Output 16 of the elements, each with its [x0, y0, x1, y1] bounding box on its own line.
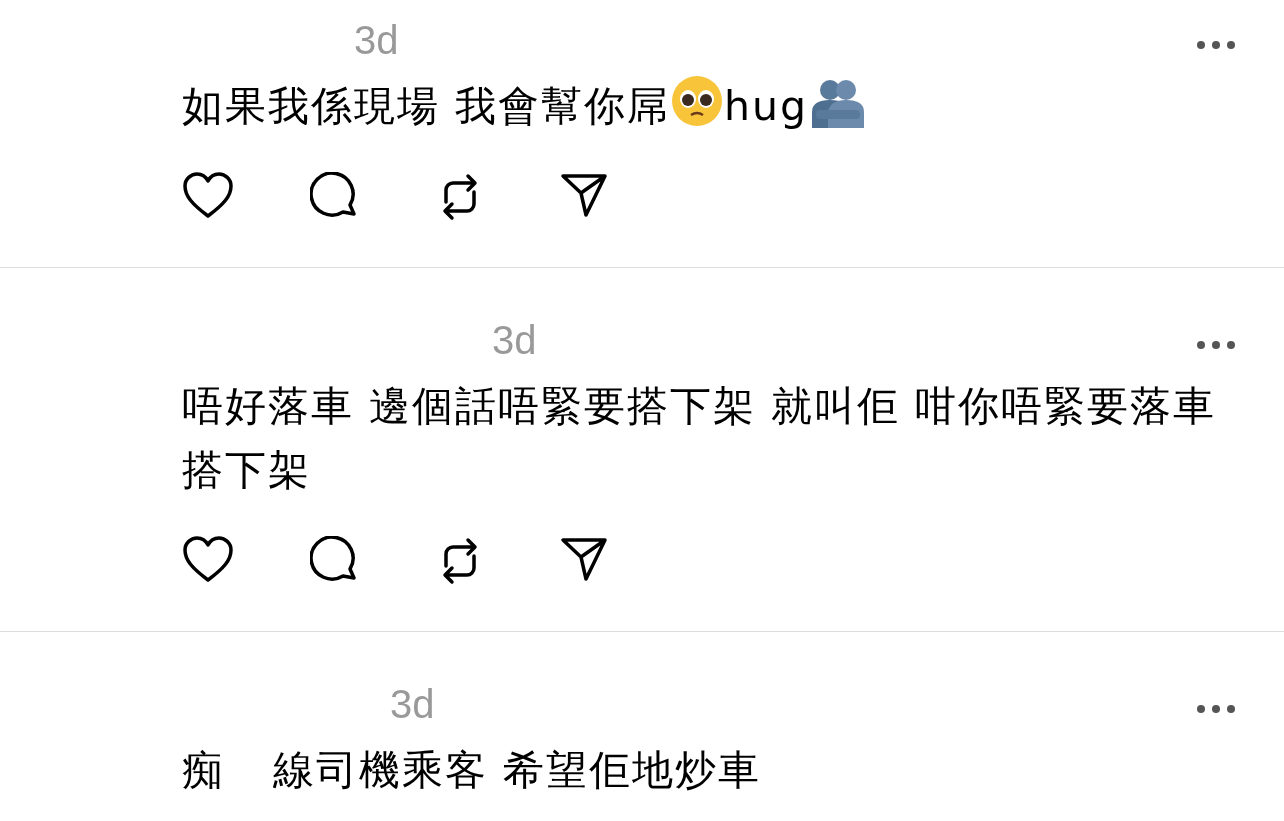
- timestamp: 3d: [354, 18, 399, 62]
- more-options-icon[interactable]: [1196, 703, 1236, 714]
- share-icon[interactable]: [560, 172, 608, 218]
- heart-icon[interactable]: [182, 172, 234, 220]
- comment-text: 線司機乘客 希望佢地炒車: [273, 746, 762, 794]
- timestamp: 3d: [390, 682, 435, 726]
- comment-text: 如果我係現場 我會幫你屌: [182, 82, 671, 130]
- more-options-icon[interactable]: [1196, 339, 1236, 350]
- more-options-icon[interactable]: [1196, 39, 1236, 50]
- heart-icon[interactable]: [182, 536, 234, 584]
- share-icon[interactable]: [560, 536, 608, 582]
- timestamp: 3d: [492, 318, 537, 362]
- comment-text: 唔好落車 邊個話唔緊要搭下架 就叫佢 咁你唔緊要落車搭下架: [182, 382, 1217, 494]
- comment-text: hug: [724, 82, 809, 130]
- pleading-face-icon: [670, 74, 725, 128]
- comment-text: 痴: [182, 746, 225, 794]
